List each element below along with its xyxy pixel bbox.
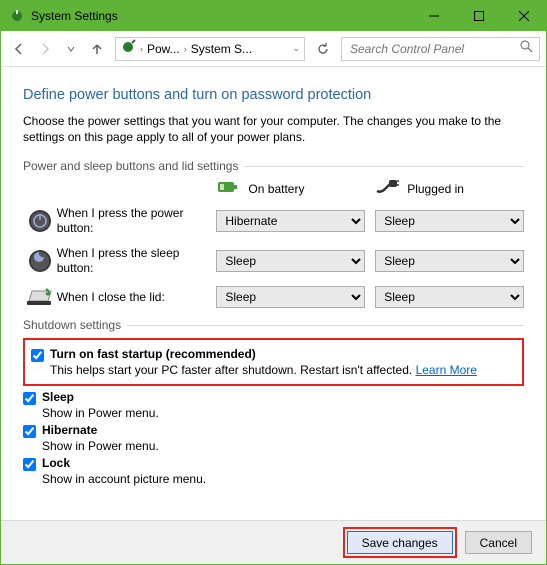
highlight-save-button: Save changes [343,527,457,558]
row-sleep-button: When I press the sleep button: Sleep Sle… [23,246,524,276]
refresh-button[interactable] [311,37,335,61]
search-box[interactable] [341,37,540,61]
lock-label: Lock [42,456,70,470]
forward-button[interactable] [33,37,57,61]
sleep-button-icon [23,248,57,274]
cancel-button[interactable]: Cancel [465,531,532,554]
back-button[interactable] [7,37,31,61]
titlebar: System Settings [1,1,546,31]
recent-dropdown[interactable] [59,37,83,61]
breadcrumb-item[interactable]: System S... [191,42,252,56]
plug-icon [375,179,399,198]
maximize-button[interactable] [456,1,501,31]
fast-startup-label: Turn on fast startup (recommended) [50,347,256,361]
search-input[interactable] [348,41,520,57]
navbar: › Pow... › System S... ⌄ [1,31,546,67]
highlight-fast-startup: Turn on fast startup (recommended) This … [23,338,524,386]
sleep-checkbox[interactable] [23,392,36,405]
power-button-icon [23,208,57,234]
page-heading: Define power buttons and turn on passwor… [23,87,524,103]
column-on-battery: On battery [216,179,365,198]
hibernate-label: Hibernate [42,423,97,437]
sleep-button-plugged-select[interactable]: Sleep [375,250,524,272]
section-legend-shutdown: Shutdown settings [23,318,524,332]
power-button-plugged-select[interactable]: Sleep [375,210,524,232]
breadcrumb-item[interactable]: Pow... [147,42,180,56]
breadcrumb[interactable]: › Pow... › System S... ⌄ [115,37,305,61]
learn-more-link[interactable]: Learn More [416,363,477,377]
fast-startup-checkbox[interactable] [31,349,44,362]
sleep-button-battery-select[interactable]: Sleep [216,250,365,272]
sleep-label: Sleep [42,390,74,404]
chevron-right-icon: › [140,44,143,54]
laptop-lid-icon [23,287,57,307]
lock-checkbox[interactable] [23,458,36,471]
section-legend-power: Power and sleep buttons and lid settings [23,159,524,173]
window-title: System Settings [31,9,411,23]
power-button-battery-select[interactable]: Hibernate [216,210,365,232]
minimize-button[interactable] [411,1,456,31]
close-lid-battery-select[interactable]: Sleep [216,286,365,308]
column-plugged-in: Plugged in [375,179,524,198]
page-intro: Choose the power settings that you want … [23,113,524,145]
chevron-right-icon: › [184,44,187,54]
row-power-button: When I press the power button: Hibernate… [23,206,524,236]
close-lid-plugged-select[interactable]: Sleep [375,286,524,308]
row-close-lid: When I close the lid: Sleep Sleep [23,286,524,308]
hibernate-checkbox[interactable] [23,425,36,438]
chevron-down-icon[interactable]: ⌄ [292,43,300,54]
close-button[interactable] [501,1,546,31]
footer: Save changes Cancel [1,520,546,564]
breadcrumb-icon [120,39,136,58]
app-icon [9,8,25,24]
up-button[interactable] [85,37,109,61]
battery-icon [216,179,240,198]
save-changes-button[interactable]: Save changes [347,531,453,554]
search-icon[interactable] [520,40,533,58]
